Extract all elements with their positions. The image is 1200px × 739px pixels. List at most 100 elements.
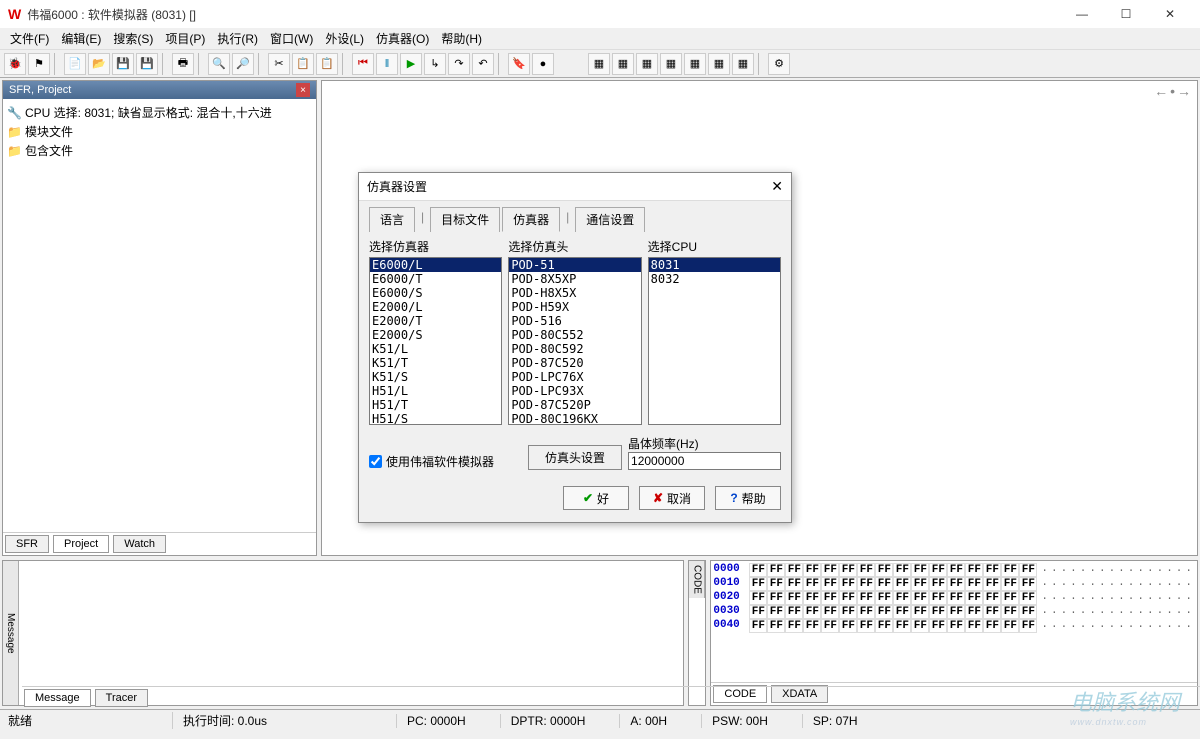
hex-cell[interactable]: FF bbox=[1001, 605, 1019, 619]
hex-cell[interactable]: FF bbox=[767, 563, 785, 577]
list-item[interactable]: E6000/S bbox=[370, 286, 501, 300]
tool-stepout-icon[interactable]: ↶ bbox=[472, 53, 494, 75]
checkbox-input[interactable] bbox=[369, 455, 382, 468]
menu-run[interactable]: 执行(R) bbox=[211, 28, 264, 49]
tool-open-icon[interactable]: 📂 bbox=[88, 53, 110, 75]
tab-sfr[interactable]: SFR bbox=[5, 535, 49, 553]
panel-close-icon[interactable]: × bbox=[296, 83, 310, 97]
hex-cell[interactable]: FF bbox=[785, 619, 803, 633]
dialog-close-icon[interactable]: ✕ bbox=[771, 178, 783, 195]
hex-cell[interactable]: FF bbox=[893, 605, 911, 619]
hex-cell[interactable]: FF bbox=[983, 605, 1001, 619]
hex-cell[interactable]: FF bbox=[803, 563, 821, 577]
hex-cell[interactable]: FF bbox=[875, 563, 893, 577]
tool-stepover-icon[interactable]: ↷ bbox=[448, 53, 470, 75]
tab-tracer[interactable]: Tracer bbox=[95, 689, 148, 707]
ok-button[interactable]: ✔好 bbox=[563, 486, 629, 510]
menu-file[interactable]: 文件(F) bbox=[4, 28, 55, 49]
hex-cell[interactable]: FF bbox=[803, 591, 821, 605]
code-vtab[interactable]: CODE bbox=[689, 561, 705, 598]
hex-cell[interactable]: FF bbox=[839, 619, 857, 633]
hex-cell[interactable]: FF bbox=[1001, 619, 1019, 633]
hex-cell[interactable]: FF bbox=[1019, 577, 1037, 591]
maximize-button[interactable]: ☐ bbox=[1104, 0, 1148, 28]
hex-cell[interactable]: FF bbox=[1019, 605, 1037, 619]
tool-view6-icon[interactable]: ▦ bbox=[708, 53, 730, 75]
list-item[interactable]: POD-51 bbox=[509, 258, 640, 272]
tree-node-cpu[interactable]: CPU 选择: 8031; 缺省显示格式: 混合十,十六进 bbox=[25, 104, 272, 121]
project-tree[interactable]: 🔧CPU 选择: 8031; 缺省显示格式: 混合十,十六进 📁模块文件 📁包含… bbox=[3, 99, 316, 532]
hex-cell[interactable]: FF bbox=[803, 619, 821, 633]
hex-cell[interactable]: FF bbox=[911, 563, 929, 577]
dlg-tab-target[interactable]: 目标文件 bbox=[430, 207, 500, 232]
list-item[interactable]: E2000/T bbox=[370, 314, 501, 328]
list-item[interactable]: H51/S bbox=[370, 412, 501, 425]
tool-paste-icon[interactable]: 📋 bbox=[316, 53, 338, 75]
tool-pause-icon[interactable]: ‖ bbox=[376, 53, 398, 75]
hex-cell[interactable]: FF bbox=[929, 563, 947, 577]
help-button[interactable]: ?帮助 bbox=[715, 486, 781, 510]
hex-cell[interactable]: FF bbox=[911, 577, 929, 591]
list-item[interactable]: POD-H59X bbox=[509, 300, 640, 314]
list-item[interactable]: E6000/L bbox=[370, 258, 501, 272]
hex-cell[interactable]: FF bbox=[785, 577, 803, 591]
dlg-tab-emulator[interactable]: 仿真器 bbox=[502, 207, 560, 232]
list-item[interactable]: POD-8X5XP bbox=[509, 272, 640, 286]
menu-edit[interactable]: 编辑(E) bbox=[55, 28, 107, 49]
list-item[interactable]: E2000/L bbox=[370, 300, 501, 314]
hex-cell[interactable]: FF bbox=[857, 591, 875, 605]
tool-view7-icon[interactable]: ▦ bbox=[732, 53, 754, 75]
list-item[interactable]: POD-87C520 bbox=[509, 356, 640, 370]
hex-cell[interactable]: FF bbox=[803, 605, 821, 619]
hex-cell[interactable]: FF bbox=[983, 563, 1001, 577]
list-item[interactable]: K51/T bbox=[370, 356, 501, 370]
menu-search[interactable]: 搜索(S) bbox=[107, 28, 159, 49]
tool-run-icon[interactable]: ▶ bbox=[400, 53, 422, 75]
cpu-list[interactable]: 80318032 bbox=[648, 257, 781, 425]
hex-cell[interactable]: FF bbox=[1019, 563, 1037, 577]
minimize-button[interactable]: — bbox=[1060, 0, 1104, 28]
nav-dot-icon[interactable]: • bbox=[1170, 83, 1175, 99]
tool-view1-icon[interactable]: ▦ bbox=[588, 53, 610, 75]
list-item[interactable]: POD-LPC76X bbox=[509, 370, 640, 384]
tool-find-icon[interactable]: 🔍 bbox=[208, 53, 230, 75]
hex-cell[interactable]: FF bbox=[839, 563, 857, 577]
hex-cell[interactable]: FF bbox=[893, 563, 911, 577]
hex-cell[interactable]: FF bbox=[911, 591, 929, 605]
list-item[interactable]: H51/L bbox=[370, 384, 501, 398]
list-item[interactable]: K51/L bbox=[370, 342, 501, 356]
hex-cell[interactable]: FF bbox=[875, 577, 893, 591]
tool-saveall-icon[interactable]: 💾 bbox=[136, 53, 158, 75]
hex-cell[interactable]: FF bbox=[983, 591, 1001, 605]
hex-cell[interactable]: FF bbox=[875, 591, 893, 605]
hex-cell[interactable]: FF bbox=[965, 563, 983, 577]
hex-cell[interactable]: FF bbox=[821, 591, 839, 605]
tab-watch[interactable]: Watch bbox=[113, 535, 166, 553]
hex-cell[interactable]: FF bbox=[857, 605, 875, 619]
hex-cell[interactable]: FF bbox=[1019, 619, 1037, 633]
hex-cell[interactable]: FF bbox=[965, 619, 983, 633]
hex-cell[interactable]: FF bbox=[947, 619, 965, 633]
pod-settings-button[interactable]: 仿真头设置 bbox=[528, 445, 622, 470]
nav-fwd-icon[interactable]: → bbox=[1177, 83, 1191, 99]
hex-cell[interactable]: FF bbox=[947, 605, 965, 619]
tool-stepinto-icon[interactable]: ↳ bbox=[424, 53, 446, 75]
hex-cell[interactable]: FF bbox=[821, 563, 839, 577]
tool-cut-icon[interactable]: ✂ bbox=[268, 53, 290, 75]
hex-cell[interactable]: FF bbox=[857, 563, 875, 577]
hex-cell[interactable]: FF bbox=[929, 577, 947, 591]
tool-new-icon[interactable]: 📄 bbox=[64, 53, 86, 75]
list-item[interactable]: POD-H8X5X bbox=[509, 286, 640, 300]
close-button[interactable]: ✕ bbox=[1148, 0, 1192, 28]
tab-project[interactable]: Project bbox=[53, 535, 109, 553]
hex-cell[interactable]: FF bbox=[965, 577, 983, 591]
hex-cell[interactable]: FF bbox=[875, 605, 893, 619]
menu-window[interactable]: 窗口(W) bbox=[264, 28, 319, 49]
hex-cell[interactable]: FF bbox=[947, 563, 965, 577]
tool-copy-icon[interactable]: 📋 bbox=[292, 53, 314, 75]
hex-cell[interactable]: FF bbox=[965, 591, 983, 605]
hex-cell[interactable]: FF bbox=[893, 619, 911, 633]
hex-cell[interactable]: FF bbox=[839, 605, 857, 619]
tree-node-modules[interactable]: 模块文件 bbox=[25, 123, 73, 140]
list-item[interactable]: POD-87C520P bbox=[509, 398, 640, 412]
